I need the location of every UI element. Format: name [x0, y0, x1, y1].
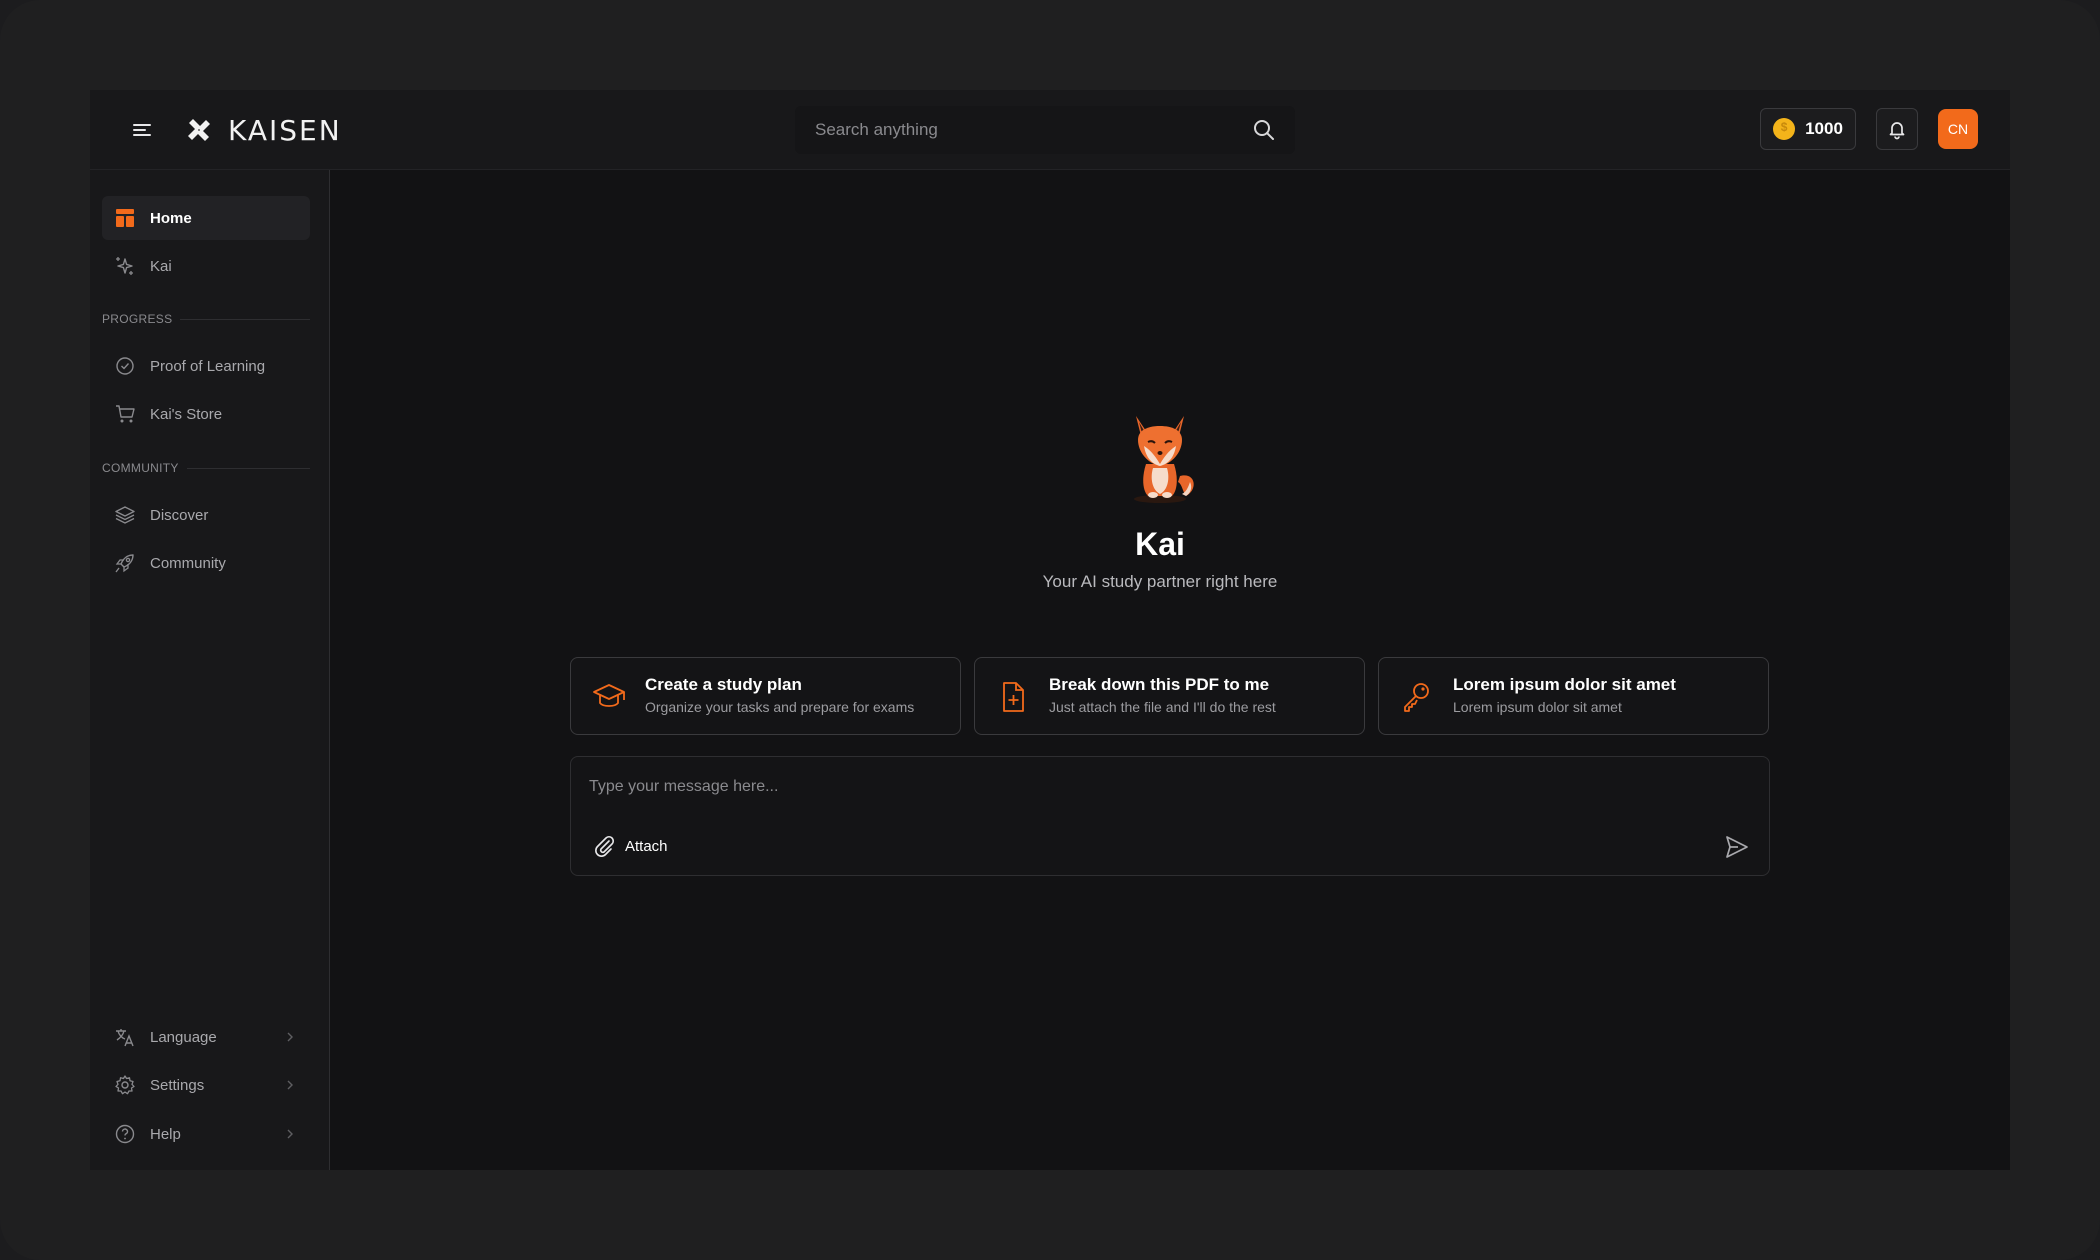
attach-label: Attach — [625, 837, 668, 855]
card-title: Break down this PDF to me — [1049, 675, 1270, 694]
search-input[interactable] — [795, 106, 1251, 154]
sidebar-item-help[interactable]: Help — [102, 1112, 310, 1156]
device-frame: KAISEN 1000 CN Home Kai PROGRESS — [0, 0, 2100, 1260]
sidebar-item-label: Kai — [150, 257, 172, 275]
translate-icon — [116, 1029, 134, 1047]
bell-icon — [1889, 122, 1905, 140]
attach-button[interactable]: Attach — [593, 835, 668, 857]
search-icon[interactable] — [1251, 117, 1277, 143]
chevron-right-icon — [287, 1032, 293, 1042]
app-window: KAISEN 1000 CN Home Kai PROGRESS — [90, 90, 2010, 1170]
section-progress: PROGRESS — [102, 311, 310, 327]
search-bar — [795, 106, 1295, 154]
brand-logo-icon — [188, 119, 210, 141]
layers-icon — [115, 506, 135, 524]
divider — [186, 467, 310, 469]
message-input[interactable] — [589, 771, 1749, 803]
gear-icon — [115, 1075, 135, 1095]
sidebar-item-label: Language — [150, 1028, 217, 1046]
section-label: PROGRESS — [102, 312, 173, 326]
check-circle-icon — [116, 357, 134, 375]
card-title: Lorem ipsum dolor sit amet — [1453, 675, 1676, 694]
sidebar-item-proof-of-learning[interactable]: Proof of Learning — [102, 344, 310, 388]
layout-icon — [116, 209, 134, 227]
sidebar: Home Kai PROGRESS Proof of Learning Kai'… — [90, 170, 330, 1170]
avatar[interactable]: CN — [1938, 109, 1978, 149]
sidebar-item-label: Community — [150, 554, 226, 572]
menu-icon[interactable] — [128, 116, 156, 144]
suggestion-card-pdf[interactable]: Break down this PDF to me Just attach th… — [974, 657, 1365, 735]
sidebar-item-kais-store[interactable]: Kai's Store — [102, 392, 310, 436]
card-title: Create a study plan — [645, 675, 802, 694]
rocket-icon — [115, 554, 134, 573]
chevron-right-icon — [287, 1129, 293, 1139]
brand-name: KAISEN — [228, 113, 342, 147]
sidebar-item-language[interactable]: Language — [102, 1015, 310, 1059]
graduation-cap-icon — [593, 684, 625, 707]
sparkles-icon — [116, 257, 133, 275]
sidebar-item-kai[interactable]: Kai — [102, 244, 310, 288]
card-description: Lorem ipsum dolor sit amet — [1453, 699, 1622, 715]
coin-icon — [1773, 118, 1796, 140]
card-description: Just attach the file and I'll do the res… — [1049, 699, 1276, 715]
file-plus-icon — [1003, 682, 1024, 712]
sidebar-item-label: Settings — [150, 1076, 205, 1094]
fox-mascot-icon — [1134, 416, 1194, 503]
sidebar-item-label: Discover — [150, 506, 209, 524]
sidebar-item-label: Help — [150, 1125, 181, 1143]
sidebar-item-discover[interactable]: Discover — [102, 493, 310, 537]
suggestion-card-study-plan[interactable]: Create a study plan Organize your tasks … — [570, 657, 961, 735]
card-description: Organize your tasks and prepare for exam… — [645, 699, 915, 715]
chevron-right-icon — [287, 1080, 293, 1090]
top-bar: KAISEN 1000 CN — [90, 90, 2010, 170]
message-composer: Attach — [570, 756, 1770, 876]
page-subtitle: Your AI study partner right here — [1042, 572, 1278, 591]
sidebar-item-label: Proof of Learning — [150, 357, 266, 375]
section-label: COMMUNITY — [102, 461, 179, 475]
suggestion-card-lorem[interactable]: Lorem ipsum dolor sit amet Lorem ipsum d… — [1378, 657, 1769, 735]
coin-balance-button[interactable]: 1000 — [1760, 108, 1856, 150]
notifications-button[interactable] — [1876, 108, 1918, 150]
section-community: COMMUNITY — [102, 460, 310, 476]
sidebar-item-home[interactable]: Home — [102, 196, 310, 240]
sidebar-item-settings[interactable]: Settings — [102, 1063, 310, 1107]
divider — [180, 318, 310, 320]
sidebar-item-label: Kai's Store — [150, 405, 223, 423]
cart-icon — [116, 405, 135, 423]
send-icon[interactable] — [1723, 833, 1751, 861]
sidebar-item-community[interactable]: Community — [102, 541, 310, 585]
brand[interactable]: KAISEN — [184, 113, 342, 147]
coin-count: 1000 — [1805, 119, 1843, 138]
page-title: Kai — [1135, 526, 1185, 562]
sidebar-item-label: Home — [150, 209, 192, 227]
help-icon — [115, 1124, 135, 1144]
key-icon — [1404, 683, 1429, 712]
paperclip-icon — [595, 835, 615, 857]
